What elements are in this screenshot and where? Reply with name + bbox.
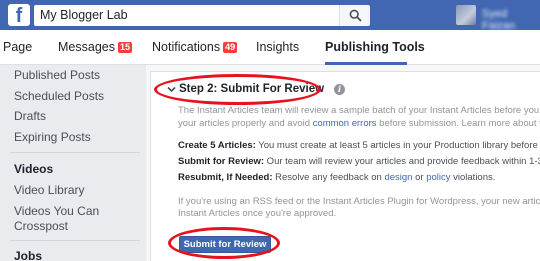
sidebar-item-scheduled-posts[interactable]: Scheduled Posts	[14, 89, 104, 103]
info-icon[interactable]: i	[334, 84, 345, 95]
sidebar-heading-videos: Videos	[14, 162, 54, 176]
top-navigation-bar: f My Blogger Lab Syed Faizan	[0, 0, 540, 32]
tab-messages[interactable]: Messages 15	[58, 40, 132, 54]
sidebar-divider	[10, 240, 140, 241]
sidebar-item-videos-crosspost-line2[interactable]: Crosspost	[14, 219, 68, 233]
sidebar-item-video-library[interactable]: Video Library	[14, 183, 85, 197]
row-text: Resolve any feedback on	[272, 172, 385, 183]
intro-text: before submission. Learn more about the …	[379, 118, 540, 129]
step-intro-line-2: your articles properly and avoid common …	[178, 118, 540, 129]
tab-label: Messages	[58, 40, 115, 54]
step-intro-line-1: The Instant Articles team will review a …	[178, 105, 540, 116]
row-text: violations.	[450, 172, 496, 183]
facebook-logo-icon[interactable]: f	[8, 4, 30, 26]
tab-label: Publishing Tools	[325, 40, 425, 54]
row-text: or	[412, 172, 427, 183]
row-text: You must create at least 5 articles in y…	[255, 140, 540, 151]
row-label: Resubmit, If Needed:	[178, 172, 273, 183]
annotation-oval-submit-button	[168, 227, 280, 259]
intro-text: your articles properly and avoid	[178, 118, 313, 129]
row-label: Create 5 Articles:	[178, 140, 256, 151]
common-errors-link[interactable]: common errors	[313, 118, 377, 129]
sidebar-item-drafts[interactable]: Drafts	[14, 109, 46, 123]
rss-note-line-2: Instant Articles once you're approved.	[178, 208, 337, 219]
annotation-oval-step-title	[154, 74, 321, 105]
resubmit-row: Resubmit, If Needed: Resolve any feedbac…	[178, 172, 495, 183]
design-link[interactable]: design	[384, 172, 412, 183]
notifications-count-badge: 49	[223, 42, 238, 53]
user-name[interactable]: Syed Faizan	[482, 8, 540, 32]
row-label: Submit for Review:	[178, 156, 265, 167]
tab-publishing-tools[interactable]: Publishing Tools	[325, 40, 425, 54]
tab-page[interactable]: Page	[3, 40, 32, 54]
create-articles-row: Create 5 Articles: You must create at le…	[178, 140, 540, 151]
tab-insights[interactable]: Insights	[256, 40, 299, 54]
sidebar-item-published-posts[interactable]: Published Posts	[14, 68, 100, 82]
avatar[interactable]	[456, 5, 476, 25]
sidebar-heading-jobs: Jobs	[14, 249, 43, 261]
search-input[interactable]: My Blogger Lab	[34, 5, 339, 26]
search-icon	[349, 9, 362, 22]
sidebar-item-videos-crosspost[interactable]: Videos You Can	[14, 204, 99, 218]
row-text: Our team will review your articles and p…	[264, 156, 540, 167]
tab-notifications[interactable]: Notifications 49	[152, 40, 238, 54]
tab-label: Page	[3, 40, 33, 54]
submit-for-review-row: Submit for Review: Our team will review …	[178, 156, 540, 167]
sidebar-item-expiring-posts[interactable]: Expiring Posts	[14, 130, 91, 144]
search-button[interactable]	[339, 5, 370, 26]
sidebar-divider	[10, 152, 140, 153]
page-tab-bar: Page Messages 15 Notifications 49 Insights…	[0, 30, 540, 65]
policy-link[interactable]: policy	[426, 172, 450, 183]
tab-label: Insights	[256, 40, 300, 54]
messages-count-badge: 15	[117, 42, 132, 53]
rss-note-line-1: If you're using an RSS feed or the Insta…	[178, 196, 540, 207]
tab-label: Notifications	[152, 40, 221, 54]
